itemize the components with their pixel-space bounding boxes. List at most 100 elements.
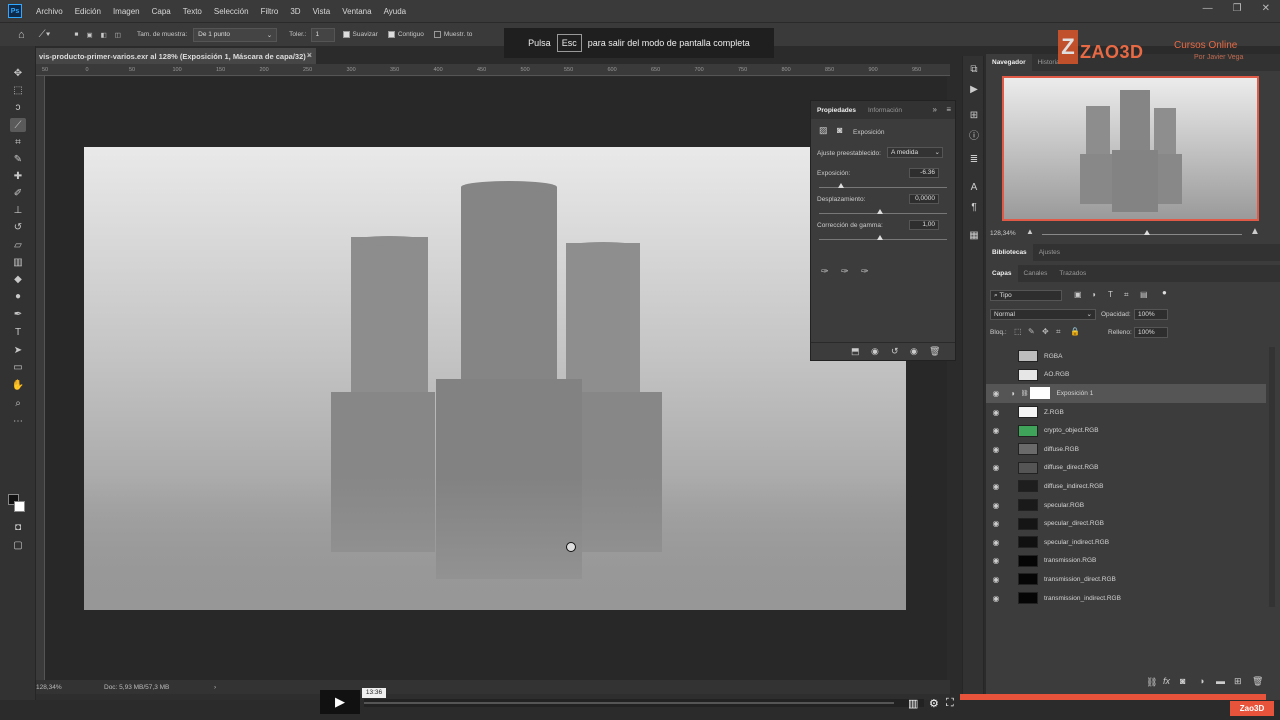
menu-filtro[interactable]: Filtro (255, 7, 285, 16)
layer-row[interactable]: ◉ ◑ ⛓ Exposición 1 (986, 384, 1266, 403)
lock-paint-icon[interactable]: ✎ (1028, 327, 1035, 336)
eye-icon[interactable]: ◉ (986, 556, 1006, 565)
background-color-swatch[interactable] (14, 501, 25, 512)
layer-thumbnail[interactable] (1018, 517, 1038, 530)
document-image[interactable] (84, 147, 906, 610)
more-tools-icon[interactable]: ⋯ (10, 414, 26, 428)
menu-3d[interactable]: 3D (284, 7, 306, 16)
layer-thumbnail[interactable] (1018, 461, 1038, 474)
tab-informacion[interactable]: Información (862, 107, 908, 114)
lock-move-icon[interactable]: ✥ (1042, 327, 1049, 336)
preset-select[interactable]: A medida ⌄ (887, 147, 943, 158)
history-panel-icon[interactable]: ⧉ (967, 62, 981, 76)
character-panel-icon[interactable]: A (967, 180, 981, 194)
pen-tool-icon[interactable]: ✒ (10, 307, 26, 321)
add-mask-icon[interactable]: ◙ (1180, 676, 1185, 686)
tolerance-input[interactable]: 1 (310, 27, 335, 42)
eye-icon[interactable]: ◉ (986, 426, 1006, 435)
tab-propiedades[interactable]: Propiedades (811, 107, 862, 114)
zoom-out-icon[interactable]: ▲ (1026, 227, 1034, 236)
fullscreen-icon[interactable]: ⛶ (946, 697, 954, 710)
exposure-slider-thumb[interactable] (838, 183, 844, 188)
eye-icon[interactable]: ◉ (986, 575, 1006, 584)
zoom-in-icon[interactable]: ▲ (1250, 226, 1260, 237)
layer-thumbnail[interactable] (1018, 406, 1038, 419)
menu-archivo[interactable]: Archivo (30, 7, 69, 16)
tab-trazados[interactable]: Trazados (1053, 265, 1092, 282)
status-arrow-icon[interactable]: › (214, 684, 216, 691)
lasso-tool-icon[interactable]: ↄ (10, 100, 26, 114)
paragraph-panel-icon[interactable]: ¶ (967, 200, 981, 214)
eye-icon[interactable]: ◉ (986, 538, 1006, 547)
gradient-tool-icon[interactable]: ▥ (10, 255, 26, 269)
menu-vista[interactable]: Vista (307, 7, 337, 16)
panel-menu-icon[interactable]: ≡ (946, 105, 951, 114)
path-selection-tool-icon[interactable]: ➤ (10, 343, 26, 357)
contiguous-checkbox[interactable] (387, 31, 395, 38)
layer-thumbnail[interactable] (1018, 499, 1038, 512)
tab-navegador[interactable]: Navegador (986, 54, 1032, 71)
menu-texto[interactable]: Texto (177, 7, 208, 16)
eye-icon[interactable]: ◉ (986, 389, 1006, 398)
collapse-icon[interactable]: » (933, 105, 937, 114)
sample-size-select[interactable]: De 1 punto ⌄ (193, 27, 278, 42)
layer-row[interactable]: ◉ specular_indirect.RGB (986, 533, 1266, 552)
menu-capa[interactable]: Capa (146, 7, 177, 16)
type-tool-icon[interactable]: T (10, 325, 26, 339)
navigator-zoom-slider-thumb[interactable] (1144, 230, 1150, 235)
volume-icon[interactable]: ▥ (908, 697, 918, 710)
quick-mask-icon[interactable]: ◘ (10, 520, 26, 534)
filter-shape-icon[interactable]: ⌗ (1124, 290, 1129, 300)
home-icon[interactable]: ⌂ (18, 29, 25, 41)
shape-tool-icon[interactable]: ▭ (10, 360, 26, 374)
play-button[interactable]: ▶ (320, 690, 360, 714)
layer-thumbnail[interactable] (1018, 536, 1038, 549)
gamma-slider-track[interactable] (819, 239, 947, 240)
eye-icon[interactable]: ◉ (986, 501, 1006, 510)
close-tab-icon[interactable]: × (307, 50, 312, 60)
layer-thumbnail[interactable] (1018, 573, 1038, 586)
lock-all-icon[interactable]: 🔒 (1070, 327, 1080, 336)
navigator-zoom[interactable]: 128,34% (990, 230, 1016, 237)
layer-row[interactable]: ◉ diffuse_indirect.RGB (986, 477, 1266, 496)
stamp-tool-icon[interactable]: ⊥ (10, 203, 26, 217)
zoom-tool-icon[interactable]: ⌕ (10, 396, 26, 410)
layer-mask-icon[interactable]: ◙ (837, 125, 842, 135)
clip-to-layer-icon[interactable]: ⬒ (851, 346, 860, 357)
crop-tool-icon[interactable]: ⌗ (10, 135, 26, 149)
menu-imagen[interactable]: Imagen (107, 7, 146, 16)
layers-scrollbar[interactable] (1269, 347, 1275, 607)
layer-row[interactable]: ◉ transmission.RGB (986, 552, 1266, 571)
layer-row[interactable]: ◉ Z.RGB (986, 403, 1266, 422)
link-layers-icon[interactable]: ⛓ (1146, 677, 1157, 688)
eye-icon[interactable]: ◉ (986, 408, 1006, 417)
intersect-selection-icon[interactable]: ◫ (115, 31, 121, 39)
layer-row[interactable]: ◉ diffuse.RGB (986, 440, 1266, 459)
dodge-tool-icon[interactable]: ● (10, 289, 26, 303)
layer-row[interactable]: AO.RGB (986, 366, 1266, 385)
trash-icon[interactable]: 🗑 (929, 346, 940, 357)
layer-thumbnail[interactable] (1018, 350, 1038, 363)
layer-filter-select[interactable]: ⌕ Tipo (990, 290, 1062, 301)
layer-thumbnail[interactable] (1018, 443, 1038, 456)
layer-row[interactable]: ◉ transmission_indirect.RGB (986, 589, 1266, 608)
eye-icon[interactable]: ◉ (986, 519, 1006, 528)
settings-icon[interactable]: ⚙ (929, 697, 939, 710)
status-zoom[interactable]: 128,34% (36, 684, 96, 691)
layer-thumbnail[interactable] (1018, 554, 1038, 567)
magic-wand-tool-icon[interactable]: ⟋ (10, 118, 26, 132)
healing-brush-tool-icon[interactable]: ✚ (10, 169, 26, 183)
delete-layer-icon[interactable]: 🗑 (1252, 676, 1263, 687)
history-brush-tool-icon[interactable]: ↺ (10, 220, 26, 234)
layer-comps-panel-icon[interactable]: ≣ (967, 152, 981, 166)
magic-wand-preset-icon[interactable]: ⟋▾ (39, 29, 51, 40)
menu-ventana[interactable]: Ventana (336, 7, 377, 16)
minimize-icon[interactable]: — (1203, 3, 1213, 14)
navigator-preview[interactable] (1002, 76, 1259, 221)
sample-all-checkbox[interactable] (433, 31, 441, 38)
offset-slider-thumb[interactable] (877, 209, 883, 214)
video-timeline[interactable] (364, 699, 924, 707)
eye-icon[interactable]: ◉ (986, 482, 1006, 491)
layer-row[interactable]: ◉ crypto_object.RGB (986, 421, 1266, 440)
move-tool-icon[interactable]: ✥ (10, 66, 26, 80)
